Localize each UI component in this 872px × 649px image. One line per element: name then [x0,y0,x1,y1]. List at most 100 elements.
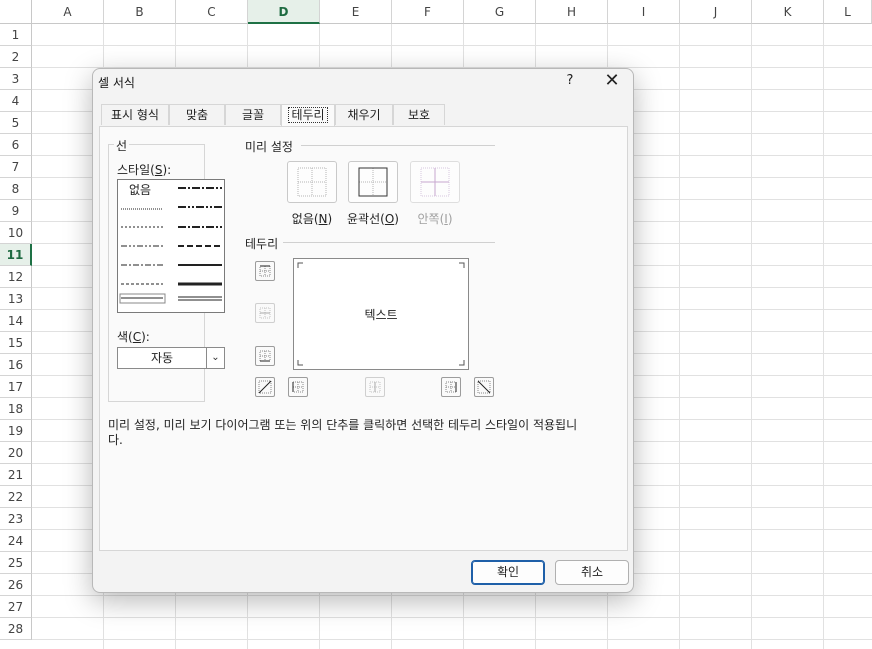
row-header-28[interactable]: 28 [0,618,32,640]
row-header-23[interactable]: 23 [0,508,32,530]
row-header-24[interactable]: 24 [0,530,32,552]
row-header-7[interactable]: 7 [0,156,32,178]
row-header-17[interactable]: 17 [0,376,32,398]
line-style-list[interactable]: 없음 [117,179,225,313]
line-style-swatches[interactable] [118,180,224,312]
border-bottom-button[interactable] [255,346,275,366]
column-header-d[interactable]: D [248,0,320,24]
row-header-11[interactable]: 11 [0,244,32,266]
border-diagonal-up-icon [258,380,272,394]
row-header-19[interactable]: 19 [0,420,32,442]
border-inside-vertical-button[interactable] [365,377,385,397]
border-diagonal-up-button[interactable] [255,377,275,397]
row-header-12[interactable]: 12 [0,266,32,288]
border-inside-horizontal-icon [259,307,271,319]
format-cells-dialog: 셀 서식 ? ✕ 표시 형식 맞춤 글꼴 테두리 채우기 보호 선 스타일(S)… [92,68,634,593]
preset-none-icon [297,167,327,197]
row-header-25[interactable]: 25 [0,552,32,574]
tab-alignment[interactable]: 맞춤 [169,104,225,125]
tab-number[interactable]: 표시 형식 [101,104,169,125]
border-right-button[interactable] [441,377,461,397]
preset-outline-label: 윤곽선(O) [347,212,399,226]
tab-font[interactable]: 글꼴 [225,104,281,125]
row-header-5[interactable]: 5 [0,112,32,134]
row-header-27[interactable]: 27 [0,596,32,618]
row-header-14[interactable]: 14 [0,310,32,332]
border-right-icon [445,381,457,393]
column-header-e[interactable]: E [320,0,392,24]
preset-inside-icon [420,167,450,197]
close-button[interactable]: ✕ [601,71,623,91]
column-header-j[interactable]: J [680,0,752,24]
style-label: 스타일(S): [117,163,172,177]
border-left-icon [292,381,304,393]
grid-row-line [32,45,872,46]
preset-inside-button[interactable] [410,161,460,203]
ok-button[interactable]: 확인 [471,560,545,585]
column-header-h[interactable]: H [536,0,608,24]
column-header-i[interactable]: I [608,0,680,24]
grid-row-line [32,639,872,640]
preset-none-label: 없음(N) [291,212,333,226]
row-header-6[interactable]: 6 [0,134,32,156]
column-header-c[interactable]: C [176,0,248,24]
dialog-title: 셀 서식 [98,76,135,90]
column-header-a[interactable]: A [32,0,104,24]
row-header-18[interactable]: 18 [0,398,32,420]
preset-outline-icon [358,167,388,197]
color-label: 색(C): [117,330,150,344]
border-inside-horizontal-button[interactable] [255,303,275,323]
row-header-22[interactable]: 22 [0,486,32,508]
preset-inside-label: 안쪽(I) [417,212,453,226]
border-top-icon [259,265,271,277]
column-header-f[interactable]: F [392,0,464,24]
row-header-2[interactable]: 2 [0,46,32,68]
column-header-b[interactable]: B [104,0,176,24]
tab-protection[interactable]: 보호 [393,104,445,125]
border-inside-vertical-icon [369,381,381,393]
line-color-select[interactable]: 자동 ⌄ [117,347,225,369]
row-header-3[interactable]: 3 [0,68,32,90]
border-bottom-icon [259,350,271,362]
preview-text: 텍스트 [364,308,398,322]
column-header-k[interactable]: K [752,0,824,24]
row-header-20[interactable]: 20 [0,442,32,464]
row-header-4[interactable]: 4 [0,90,32,112]
column-header-l[interactable]: L [824,0,872,24]
row-header-8[interactable]: 8 [0,178,32,200]
preset-none-button[interactable] [287,161,337,203]
grid-row-line [32,617,872,618]
border-top-button[interactable] [255,261,275,281]
description-text: 미리 설정, 미리 보기 다이어그램 또는 위의 단추를 클릭하면 선택한 테두… [108,418,578,447]
border-tab-panel: 선 스타일(S): 없음 색(C): 자동 ⌄ 미리 설정 없음(N) 윤곽선(… [99,126,628,551]
border-diagonal-down-icon [477,380,491,394]
row-header-9[interactable]: 9 [0,200,32,222]
border-preview[interactable]: 텍스트 [293,258,469,370]
row-header-21[interactable]: 21 [0,464,32,486]
column-header-g[interactable]: G [464,0,536,24]
row-header-10[interactable]: 10 [0,222,32,244]
row-header-26[interactable]: 26 [0,574,32,596]
grid-column-line [679,24,680,649]
tab-border[interactable]: 테두리 [281,104,335,126]
select-all-corner[interactable] [0,0,32,24]
presets-label: 미리 설정 [245,140,293,154]
line-color-value: 자동 [150,351,174,365]
row-header-1[interactable]: 1 [0,24,32,46]
row-header-16[interactable]: 16 [0,354,32,376]
border-group-label: 테두리 [245,237,279,251]
row-header-13[interactable]: 13 [0,288,32,310]
row-header-15[interactable]: 15 [0,332,32,354]
grid-column-line [751,24,752,649]
preset-outline-button[interactable] [348,161,398,203]
presets-divider [301,145,495,146]
grid-row-line [32,595,872,596]
cancel-button[interactable]: 취소 [555,560,629,585]
border-diagonal-down-button[interactable] [474,377,494,397]
help-button[interactable]: ? [562,73,578,91]
grid-column-line [823,24,824,649]
border-left-button[interactable] [288,377,308,397]
border-divider [283,242,495,243]
chevron-down-icon[interactable]: ⌄ [206,348,224,368]
tab-fill[interactable]: 채우기 [335,104,393,125]
